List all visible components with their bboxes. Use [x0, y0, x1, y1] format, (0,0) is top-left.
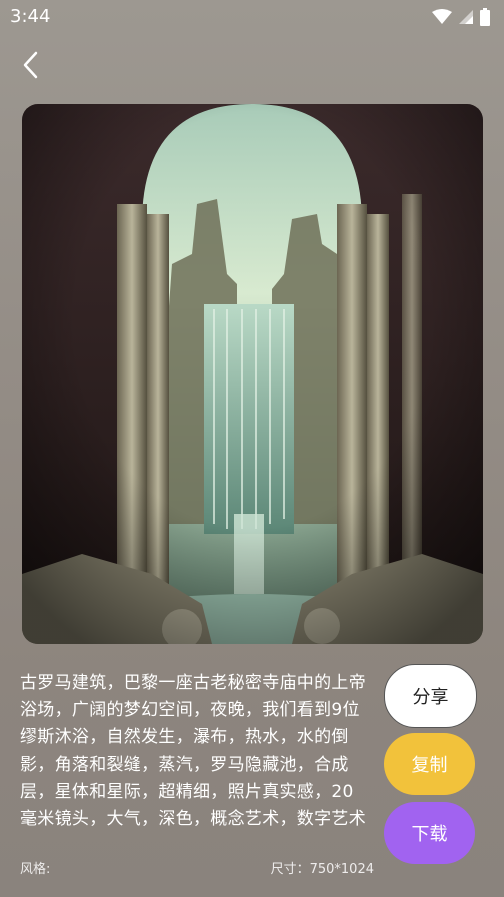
battery-icon — [480, 8, 490, 26]
status-time: 3:44 — [10, 6, 51, 27]
chevron-left-icon — [23, 51, 38, 79]
signal-icon — [459, 10, 473, 24]
size-label: 尺寸：750*1024 — [270, 862, 374, 877]
generated-artwork[interactable] — [22, 104, 483, 644]
meta-row: 风格: 尺寸：750*1024 — [20, 858, 374, 878]
back-button[interactable] — [14, 48, 48, 82]
style-label: 风格: — [20, 862, 51, 877]
artwork-image — [22, 104, 483, 644]
wifi-icon — [432, 9, 452, 24]
copy-button[interactable]: 复制 — [384, 733, 475, 795]
download-button[interactable]: 下载 — [384, 802, 475, 864]
prompt-text: 古罗马建筑，巴黎一座古老秘密寺庙中的上帝浴场，广阔的梦幻空间，夜晚，我们看到9位… — [20, 673, 366, 830]
status-icons — [432, 8, 490, 26]
share-button[interactable]: 分享 — [384, 664, 477, 728]
status-bar: 3:44 — [0, 0, 504, 34]
